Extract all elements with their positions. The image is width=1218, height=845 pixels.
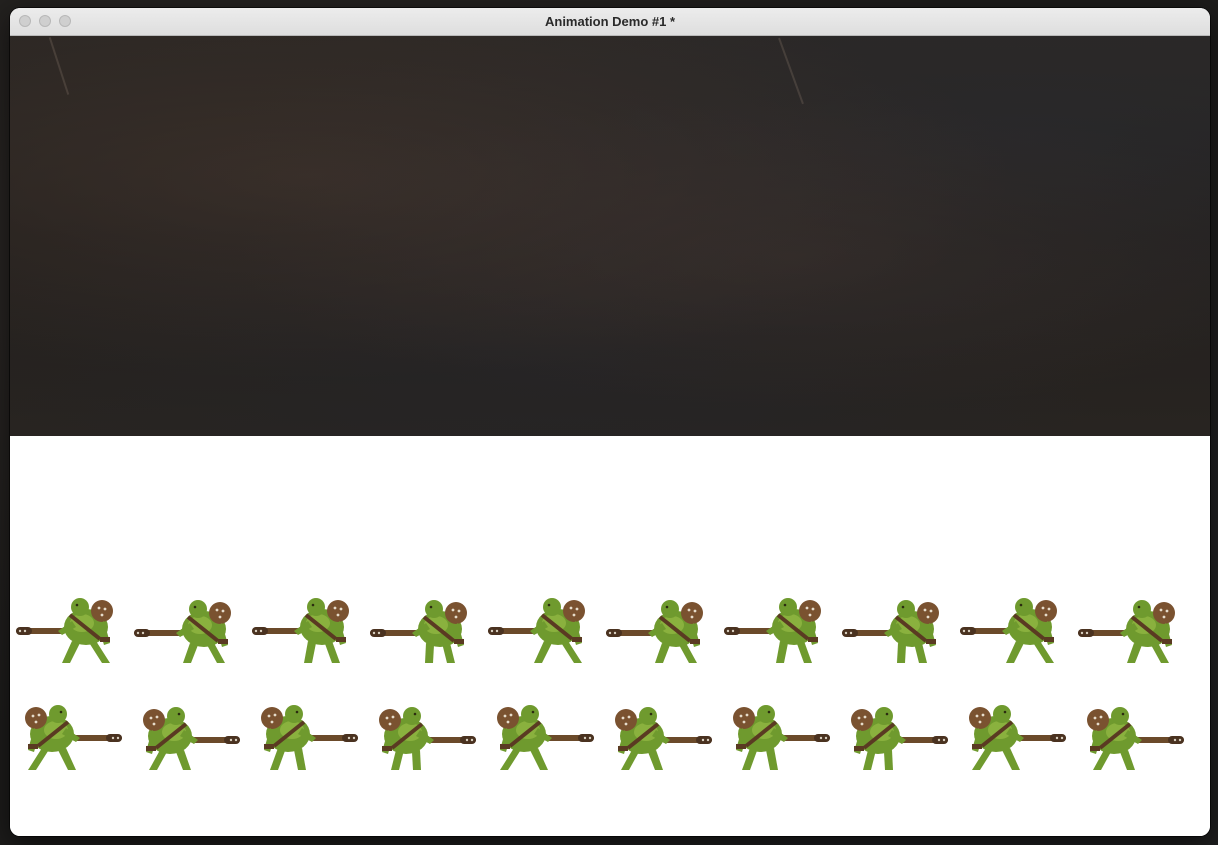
stone-background-panel [10, 36, 1210, 436]
app-window: Animation Demo #1 * [10, 8, 1210, 836]
orc-sprite-frame [722, 591, 832, 667]
crack-line [48, 37, 70, 95]
orc-sprite-frame [840, 698, 950, 774]
orc-sprite-frame [604, 698, 714, 774]
desktop-background: Animation Demo #1 * [0, 0, 1218, 845]
orc-sprite-frame [604, 591, 714, 667]
orc-sprite-frame [14, 591, 124, 667]
orc-sprite-frame [132, 591, 242, 667]
orc-sprite-frame [486, 591, 596, 667]
orc-sprite-frame [14, 698, 124, 774]
orc-sprite-frame [368, 698, 478, 774]
orc-sprite-frame [1076, 591, 1186, 667]
sprite-sheet-panel [10, 436, 1210, 836]
orc-sprite-frame [1076, 698, 1186, 774]
orc-sprite-frame [958, 698, 1068, 774]
title-bar[interactable]: Animation Demo #1 * [10, 8, 1210, 36]
orc-sprite-frame [840, 591, 950, 667]
window-title: Animation Demo #1 * [544, 14, 676, 29]
crack-line [778, 37, 804, 105]
orc-sprite-frame [958, 591, 1068, 667]
orc-sprite-frame [250, 698, 360, 774]
orc-sprite-frame [250, 591, 360, 667]
orc-sprite-frame [486, 698, 596, 774]
orc-sprite-frame [132, 698, 242, 774]
orc-sprite-frame [368, 591, 478, 667]
orc-sprite-frame [722, 698, 832, 774]
